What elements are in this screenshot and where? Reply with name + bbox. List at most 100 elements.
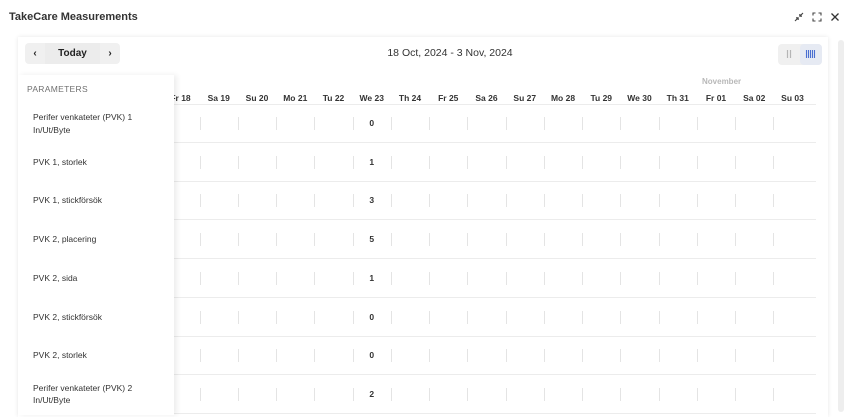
parameter-item[interactable]: PVK 2, sida — [33, 272, 163, 285]
week-view-icon — [784, 46, 794, 64]
grid-cell-separator — [199, 349, 201, 363]
grid-cell-separator — [390, 155, 392, 169]
grid-cell-separator — [735, 310, 737, 324]
grid-cell-separator — [658, 271, 660, 285]
grid-cell-separator — [237, 387, 239, 401]
grid-cell-separator — [582, 194, 584, 208]
day-header: Tu 22 — [322, 93, 345, 103]
grid-cell-separator — [505, 233, 507, 247]
measurement-value[interactable]: 0 — [353, 118, 391, 128]
measurement-value[interactable]: 5 — [353, 234, 391, 244]
day-header: Mo 28 — [550, 93, 576, 103]
day-header: Su 20 — [245, 93, 269, 103]
parameter-item[interactable]: PVK 2, storlek — [33, 349, 163, 362]
day-header: Sa 26 — [475, 93, 498, 103]
grid-cell-separator — [237, 233, 239, 247]
grid-cell-separator — [429, 194, 431, 208]
grid-cell-separator — [658, 194, 660, 208]
grid-cell-separator — [735, 387, 737, 401]
grid-cell-separator — [696, 271, 698, 285]
parameter-item[interactable]: PVK 2, stickförsök — [33, 311, 163, 324]
grid-cell-separator — [505, 387, 507, 401]
grid-cell-separator — [582, 155, 584, 169]
expand-icon[interactable] — [810, 10, 824, 24]
grid-cell-separator — [620, 117, 622, 130]
grid-cell-separator — [620, 310, 622, 324]
grid-cell-separator — [390, 387, 392, 401]
grid-cell-separator — [735, 155, 737, 169]
grid-cell-separator — [620, 271, 622, 285]
grid-cell-separator — [620, 233, 622, 247]
measurement-value[interactable]: 1 — [353, 157, 391, 167]
grid-cell-separator — [658, 155, 660, 169]
grid-cell-separator — [735, 117, 737, 130]
grid-cell-separator — [314, 155, 316, 169]
grid-cell-separator — [276, 155, 278, 169]
close-icon[interactable] — [828, 10, 842, 24]
grid-cell-separator — [620, 349, 622, 363]
previous-period-button[interactable]: ‹ — [25, 43, 45, 64]
grid-cell-separator — [620, 155, 622, 169]
grid-cell-separator — [696, 194, 698, 208]
grid-cell-separator — [543, 271, 545, 285]
grid-cell-separator — [314, 349, 316, 363]
month-view-button[interactable] — [800, 44, 822, 65]
parameter-item[interactable]: Perifer venkateter (PVK) 2 In/Ut/Byte — [33, 382, 163, 407]
parameter-item[interactable]: PVK 1, storlek — [33, 156, 163, 169]
app-header: TakeCare Measurements — [0, 0, 846, 34]
month-view-icon — [805, 46, 817, 64]
grid-cell-separator — [696, 117, 698, 130]
grid-cell-separator — [582, 117, 584, 130]
month-label: November — [702, 77, 742, 86]
grid-cell-separator — [543, 155, 545, 169]
measurement-value[interactable]: 1 — [353, 273, 391, 283]
grid-cell-separator — [467, 233, 469, 247]
app-title: TakeCare Measurements — [9, 11, 138, 23]
grid-cell-separator — [773, 271, 775, 285]
grid-cell-separator — [276, 117, 278, 130]
grid-cell-separator — [467, 349, 469, 363]
grid-cell-separator — [467, 387, 469, 401]
measurement-value[interactable]: 3 — [353, 195, 391, 205]
grid-cell-separator — [696, 233, 698, 247]
today-button[interactable]: Today — [45, 43, 100, 64]
date-navigation: ‹ Today › — [25, 43, 120, 64]
grid-cell-separator — [505, 117, 507, 130]
grid-cell-separator — [314, 233, 316, 247]
day-header: Th 31 — [666, 93, 689, 103]
row-divider — [162, 335, 816, 337]
grid-cell-separator — [696, 310, 698, 324]
grid-cell-separator — [390, 194, 392, 208]
grid-cell-separator — [237, 117, 239, 130]
grid-cell-separator — [390, 271, 392, 285]
header-divider — [162, 104, 816, 105]
day-header: Fr 25 — [438, 93, 459, 103]
grid-cell-separator — [314, 310, 316, 324]
next-period-button[interactable]: › — [100, 43, 120, 64]
day-header: We 30 — [627, 93, 652, 103]
measurement-value[interactable]: 0 — [353, 312, 391, 322]
vertical-scrollbar[interactable] — [838, 40, 844, 412]
grid-cell-separator — [505, 155, 507, 169]
measurement-value[interactable]: 0 — [353, 350, 391, 360]
day-header: Tu 29 — [590, 93, 613, 103]
collapse-icon[interactable] — [792, 10, 806, 24]
grid-cell-separator — [467, 117, 469, 130]
grid-cell-separator — [505, 271, 507, 285]
parameter-item[interactable]: PVK 1, stickförsök — [33, 194, 163, 207]
grid-cell-separator — [735, 194, 737, 208]
grid-cell-separator — [658, 349, 660, 363]
grid-cell-separator — [276, 194, 278, 208]
row-divider — [162, 412, 816, 414]
week-view-button[interactable] — [778, 44, 800, 65]
grid-cell-separator — [658, 117, 660, 130]
grid-cell-separator — [237, 310, 239, 324]
grid-cell-separator — [543, 117, 545, 130]
day-header: We 23 — [359, 93, 384, 103]
measurement-value[interactable]: 2 — [353, 389, 391, 399]
parameter-item[interactable]: Perifer venkateter (PVK) 1 In/Ut/Byte — [33, 111, 163, 136]
parameter-item[interactable]: PVK 2, placering — [33, 233, 163, 246]
grid-cell-separator — [773, 194, 775, 208]
day-header: Su 03 — [781, 93, 804, 103]
row-divider — [162, 142, 816, 143]
